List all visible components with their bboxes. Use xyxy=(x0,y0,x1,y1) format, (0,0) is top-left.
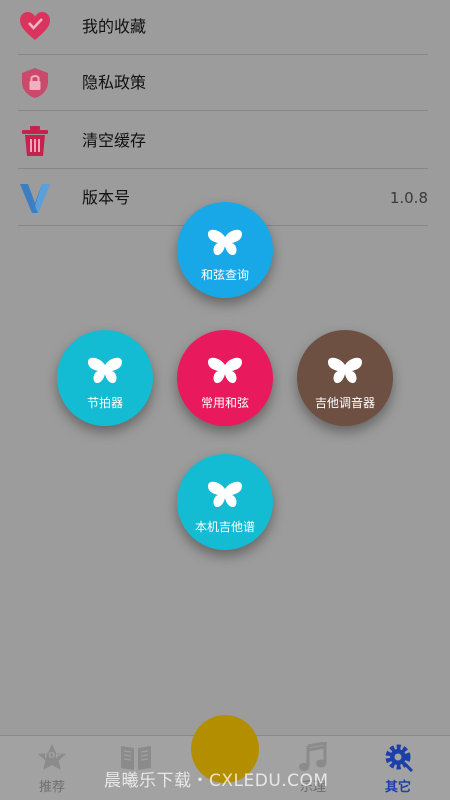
settings-item-label: 隐私政策 xyxy=(82,73,147,92)
top-star-icon: TOP xyxy=(38,744,66,770)
guitar-tuner-label: 吉他调音器 xyxy=(314,396,375,410)
nav-tab-recommend[interactable]: TOP 推荐 xyxy=(17,736,87,800)
gear-icon xyxy=(385,744,414,772)
butterfly-icon xyxy=(328,357,362,384)
shield-lock-icon xyxy=(22,68,48,98)
nav-label: 推荐 xyxy=(38,780,65,795)
chord-search-label: 和弦查询 xyxy=(200,268,249,282)
settings-item-label: 清空缓存 xyxy=(82,131,147,150)
common-chords-button[interactable]: 常用和弦 xyxy=(177,330,273,426)
butterfly-icon xyxy=(208,229,242,256)
metronome-label: 节拍器 xyxy=(86,396,123,410)
nav-tab-other[interactable]: 其它 xyxy=(363,736,433,800)
settings-item-clear-cache[interactable]: 清空缓存 xyxy=(0,113,450,169)
local-guitar-tabs-label: 本机吉他谱 xyxy=(194,520,255,534)
divider xyxy=(18,168,428,169)
svg-text:TOP: TOP xyxy=(43,751,61,760)
settings-item-label: 我的收藏 xyxy=(82,17,147,36)
settings-item-label: 版本号 xyxy=(82,188,131,207)
nav-label: 其它 xyxy=(384,780,411,795)
version-v-icon xyxy=(20,184,50,213)
butterfly-icon xyxy=(208,481,242,508)
chord-search-button[interactable]: 和弦查询 xyxy=(177,202,273,298)
settings-item-favorites[interactable]: 我的收藏 xyxy=(0,0,450,55)
settings-item-privacy[interactable]: 隐私政策 xyxy=(0,55,450,111)
trash-icon xyxy=(22,126,48,156)
butterfly-icon xyxy=(208,357,242,384)
common-chords-label: 常用和弦 xyxy=(200,396,249,410)
watermark: 晨曦乐下载・CXLEDU.COM xyxy=(104,771,329,791)
guitar-tuner-button[interactable]: 吉他调音器 xyxy=(297,330,393,426)
local-guitar-tabs-button[interactable]: 本机吉他谱 xyxy=(177,454,273,550)
divider xyxy=(18,110,428,111)
butterfly-icon xyxy=(88,357,122,384)
version-number: 1.0.8 xyxy=(389,189,428,207)
metronome-button[interactable]: 节拍器 xyxy=(57,330,153,426)
heart-icon xyxy=(20,12,50,40)
